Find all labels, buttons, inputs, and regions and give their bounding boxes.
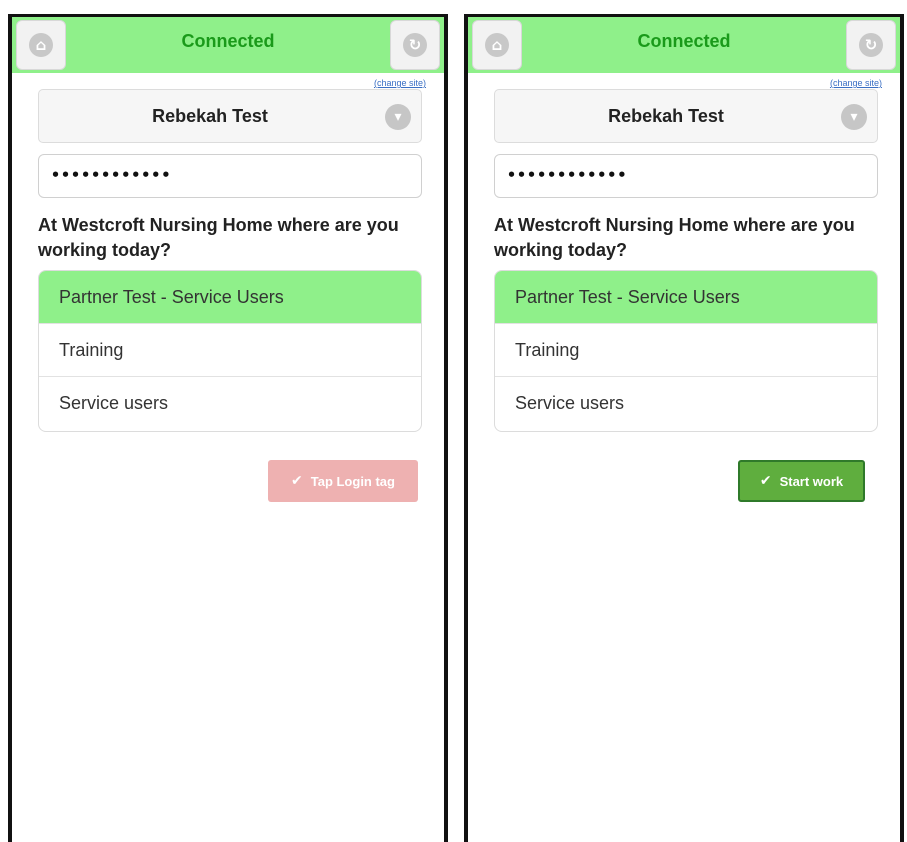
connection-status: Connected [637, 31, 731, 51]
user-select-value: Rebekah Test [152, 106, 268, 126]
change-site-link[interactable]: (change site) [374, 78, 426, 88]
user-select[interactable]: Rebekah Test ▾ [494, 89, 878, 143]
refresh-icon: ↻ [403, 33, 427, 57]
user-select-value: Rebekah Test [608, 106, 724, 126]
refresh-button[interactable]: ↻ [846, 20, 896, 70]
location-question: At Westcroft Nursing Home where are you … [494, 215, 855, 260]
home-button[interactable]: ⌂ [472, 20, 522, 70]
location-question: At Westcroft Nursing Home where are you … [38, 215, 399, 260]
header-bar: ⌂ Connected ↻ [468, 17, 900, 73]
list-item[interactable]: Service users [495, 377, 877, 430]
password-field[interactable]: •••••••••••• [494, 154, 878, 198]
password-field[interactable]: •••••••••••• [38, 154, 422, 198]
button-label: Tap Login tag [310, 473, 395, 489]
chevron-down-icon: ▾ [841, 104, 867, 130]
phone-screen-right: ⌂ Connected ↻ (change site) Rebekah Test… [464, 14, 904, 842]
start-work-button[interactable]: ✔ Start work [738, 460, 865, 502]
list-item[interactable]: Service users [39, 377, 421, 430]
location-list: Partner Test - Service Users Training Se… [38, 270, 422, 432]
home-icon: ⌂ [485, 33, 509, 57]
connection-status: Connected [181, 31, 275, 51]
chevron-down-icon: ▾ [385, 104, 411, 130]
list-item[interactable]: Partner Test - Service Users [495, 271, 877, 324]
list-item[interactable]: Training [39, 324, 421, 377]
tap-login-tag-button[interactable]: ✔ Tap Login tag [268, 460, 418, 502]
home-button[interactable]: ⌂ [16, 20, 66, 70]
button-label: Start work [779, 473, 844, 489]
user-select[interactable]: Rebekah Test ▾ [38, 89, 422, 143]
refresh-button[interactable]: ↻ [390, 20, 440, 70]
list-item[interactable]: Training [495, 324, 877, 377]
home-icon: ⌂ [29, 33, 53, 57]
checkmark-icon: ✔ [291, 473, 303, 489]
list-item[interactable]: Partner Test - Service Users [39, 271, 421, 324]
header-bar: ⌂ Connected ↻ [12, 17, 444, 73]
phone-screen-left: ⌂ Connected ↻ (change site) Rebekah Test… [8, 14, 448, 842]
refresh-icon: ↻ [859, 33, 883, 57]
location-list: Partner Test - Service Users Training Se… [494, 270, 878, 432]
checkmark-icon: ✔ [759, 473, 772, 489]
change-site-link[interactable]: (change site) [830, 78, 882, 88]
